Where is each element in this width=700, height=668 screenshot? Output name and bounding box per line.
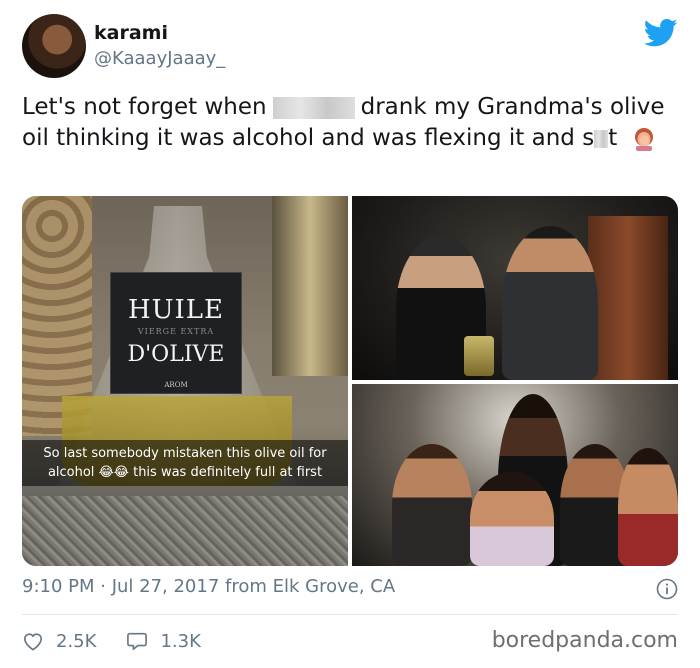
person-striped [502, 226, 598, 380]
facepalm-emoji-icon [634, 127, 653, 151]
door-frame [588, 216, 668, 380]
display-name[interactable]: karami [94, 22, 168, 44]
tweet-text-part3: s [582, 125, 595, 151]
snap-caption: So last somebody mistaken this olive oil… [22, 440, 348, 486]
party-photo-bottom[interactable] [352, 384, 678, 566]
reply-button[interactable]: 1.3K [126, 630, 201, 652]
like-count: 2.5K [56, 630, 97, 652]
olive-oil-photo[interactable]: HUILE VIERGE EXTRA D'OLIVE AROM So last … [22, 196, 348, 566]
caption-line1: So last somebody mistaken this olive oil… [43, 446, 327, 461]
caption-emoji: 😂😂 [98, 465, 129, 480]
boredpanda-watermark: boredpanda.com [491, 628, 678, 653]
divider [22, 614, 678, 615]
caption-line2b: this was definitely full at first [133, 465, 323, 480]
heart-icon [23, 633, 43, 651]
info-icon[interactable] [656, 578, 678, 600]
media-grid[interactable]: HUILE VIERGE EXTRA D'OLIVE AROM So last … [22, 196, 678, 566]
label-vierge: VIERGE EXTRA [137, 327, 215, 336]
tweet-text: Let's not forget when drank my Grandma's … [22, 92, 682, 154]
label-huile: HUILE [127, 295, 225, 325]
avatar[interactable] [22, 14, 86, 78]
caption-line2a: alcohol [47, 465, 95, 480]
user-handle[interactable]: @KaaayJaaay_ [94, 48, 225, 69]
label-dolive: D'OLIVE [127, 342, 225, 367]
censored-name [272, 96, 355, 119]
tweet-text-part4: t [608, 125, 618, 151]
party-photo-top[interactable] [352, 196, 678, 380]
tweet-text-part1: Let's not forget when [22, 94, 267, 120]
twitter-bird-icon[interactable] [644, 18, 678, 48]
censored-letters [594, 129, 609, 148]
bottle-label: HUILE VIERGE EXTRA D'OLIVE AROM [110, 272, 242, 394]
bottle-held [464, 336, 494, 376]
tweet-timestamp[interactable]: 9:10 PM · Jul 27, 2017 from Elk Grove, C… [22, 576, 395, 597]
granite-counter [22, 496, 348, 566]
reply-bubble-icon [127, 632, 148, 650]
action-bar: 2.5K 1.3K [22, 626, 231, 656]
bottle-right [272, 196, 348, 376]
person-woman [470, 472, 554, 566]
label-arom: AROM [164, 381, 188, 389]
like-button[interactable]: 2.5K [22, 631, 96, 652]
person-right [618, 448, 678, 566]
person-left [392, 444, 472, 566]
reply-count: 1.3K [160, 630, 201, 652]
